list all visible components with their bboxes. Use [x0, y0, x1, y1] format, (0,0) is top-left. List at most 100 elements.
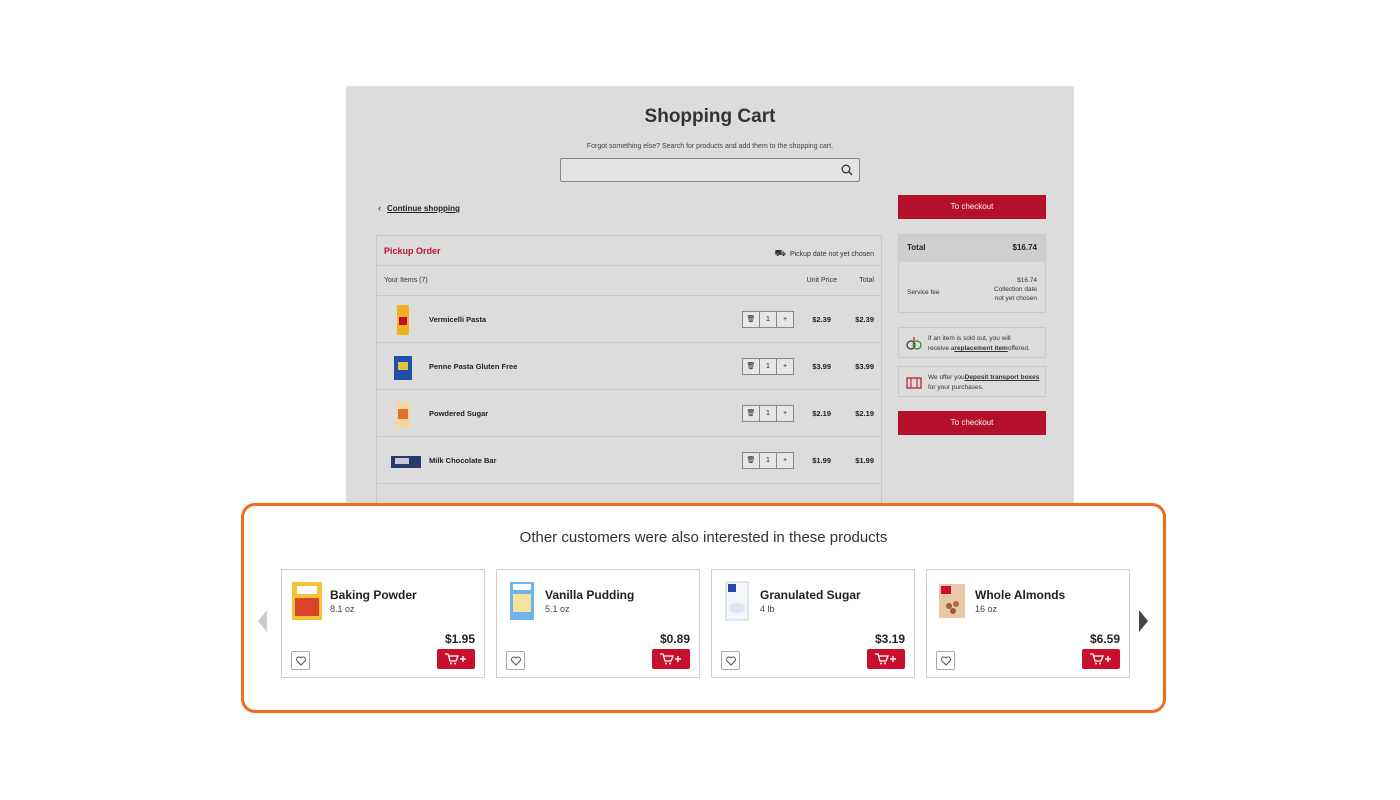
- order-sidebar: To checkout Total $16.74 Service fee $16…: [898, 195, 1046, 435]
- total-label: Total: [907, 243, 926, 252]
- product-card[interactable]: Granulated Sugar 4 lb $3.19: [711, 569, 915, 678]
- quantity-stepper[interactable]: 🗑 1 +: [742, 405, 794, 422]
- item-name: Penne Pasta Gluten Free: [429, 362, 518, 371]
- info-text: We offer you: [928, 374, 965, 381]
- search-icon[interactable]: [841, 164, 853, 176]
- order-summary: Total $16.74 Service fee $16.74 Collectio…: [898, 234, 1046, 313]
- quantity-value[interactable]: 1: [760, 453, 777, 468]
- box-icon: [906, 377, 922, 389]
- order-title: Pickup Order: [384, 246, 441, 256]
- item-total: $2.39: [855, 315, 874, 324]
- quantity-stepper[interactable]: 🗑 1 +: [742, 358, 794, 375]
- product-price: $3.19: [874, 632, 905, 646]
- quantity-value[interactable]: 1: [760, 312, 777, 327]
- trash-icon[interactable]: 🗑: [743, 453, 760, 468]
- cart-item-row: Powdered Sugar 🗑 1 + $2.19 $2.19: [377, 390, 881, 437]
- product-card[interactable]: Whole Almonds 16 oz $6.59: [926, 569, 1130, 678]
- product-image: [725, 581, 749, 621]
- items-header: Your Items (7) Unit Price Total: [377, 266, 881, 296]
- cart-plus-icon: [1090, 653, 1111, 665]
- cart-plus-icon: [875, 653, 896, 665]
- add-to-cart-button[interactable]: [652, 649, 690, 669]
- page-title: Shopping Cart: [644, 106, 776, 127]
- total-header: Total: [859, 277, 874, 284]
- product-name[interactable]: Vanilla Pudding: [545, 588, 634, 602]
- quantity-stepper[interactable]: 🗑 1 +: [742, 452, 794, 469]
- plus-icon[interactable]: +: [777, 453, 793, 468]
- recommendations-panel: Other customers were also interested in …: [241, 503, 1166, 713]
- product-name[interactable]: Baking Powder: [330, 588, 417, 602]
- plus-icon[interactable]: +: [777, 406, 793, 421]
- fruit-icon: [906, 337, 922, 350]
- order-panel: Pickup Order ⛟ Pickup date not yet chosen…: [376, 235, 882, 504]
- order-header: Pickup Order ⛟ Pickup date not yet chosen: [377, 236, 881, 266]
- product-image: [397, 305, 409, 335]
- heart-icon: [511, 656, 521, 666]
- product-price: $0.89: [659, 632, 690, 646]
- trash-icon[interactable]: 🗑: [743, 312, 760, 327]
- product-image: [391, 456, 421, 468]
- carousel-prev-arrow-icon[interactable]: [258, 610, 267, 632]
- product-size: 4 lb: [760, 604, 775, 614]
- cart-page: Shopping Cart Forgot something else? Sea…: [346, 86, 1074, 504]
- heart-icon: [296, 656, 306, 666]
- favorite-button[interactable]: [936, 651, 955, 670]
- product-size: 5.1 oz: [545, 604, 570, 614]
- heart-icon: [726, 656, 736, 666]
- replacement-info: If an item is sold out, you will receive …: [898, 327, 1046, 358]
- quantity-stepper[interactable]: 🗑 1 +: [742, 311, 794, 328]
- trash-icon[interactable]: 🗑: [743, 406, 760, 421]
- item-total: $3.99: [855, 362, 874, 371]
- product-image: [292, 582, 322, 620]
- info-text: receive a: [928, 345, 955, 352]
- product-card[interactable]: Vanilla Pudding 5.1 oz $0.89: [496, 569, 700, 678]
- service-fee-value: $16.74 Collection date not yet chosen: [994, 276, 1037, 303]
- info-text: for your purchases.: [928, 384, 984, 391]
- pickup-status-label: Pickup date not yet chosen: [789, 251, 874, 258]
- item-total: $2.19: [855, 409, 874, 418]
- plus-icon[interactable]: +: [777, 312, 793, 327]
- continue-shopping-label: Continue shopping: [387, 204, 460, 213]
- cart-item-row: Vermicelli Pasta 🗑 1 + $2.39 $2.39: [377, 296, 881, 343]
- fee-note: Collection date: [994, 286, 1037, 293]
- product-image: [939, 584, 965, 618]
- checkout-button[interactable]: To checkout: [898, 195, 1046, 219]
- pickup-status[interactable]: ⛟ Pickup date not yet chosen: [775, 248, 874, 260]
- fee-note: not yet chosen: [994, 295, 1037, 302]
- add-to-cart-button[interactable]: [437, 649, 475, 669]
- favorite-button[interactable]: [291, 651, 310, 670]
- carousel-next-arrow-icon[interactable]: [1139, 610, 1148, 632]
- item-name: Milk Chocolate Bar: [429, 456, 497, 465]
- product-name[interactable]: Whole Almonds: [975, 588, 1065, 602]
- summary-total: Total $16.74: [899, 235, 1045, 262]
- deposit-boxes-link[interactable]: Deposit transport boxes: [965, 374, 1040, 381]
- deposit-boxes-info: We offer youDeposit transport boxes for y…: [898, 366, 1046, 397]
- product-name[interactable]: Granulated Sugar: [760, 588, 861, 602]
- cart-item-row: Milk Chocolate Bar 🗑 1 + $1.99 $1.99: [377, 437, 881, 484]
- product-card[interactable]: Baking Powder 8.1 oz $1.95: [281, 569, 485, 678]
- cart-item-row: Penne Pasta Gluten Free 🗑 1 + $3.99 $3.99: [377, 343, 881, 390]
- plus-icon[interactable]: +: [777, 359, 793, 374]
- service-fee-label: Service fee: [907, 289, 940, 296]
- service-fee: Service fee $16.74 Collection date not yet…: [899, 262, 1045, 312]
- add-to-cart-button[interactable]: [1082, 649, 1120, 669]
- replacement-item-link[interactable]: replacement item: [954, 345, 1007, 352]
- checkout-button-bottom[interactable]: To checkout: [898, 411, 1046, 435]
- car-icon: ⛟: [774, 248, 786, 258]
- product-price: $1.95: [444, 632, 475, 646]
- trash-icon[interactable]: 🗑: [743, 359, 760, 374]
- fee-amount: $16.74: [1017, 277, 1037, 284]
- info-text: If an item is sold out, you will: [928, 335, 1011, 342]
- favorite-button[interactable]: [721, 651, 740, 670]
- add-to-cart-button[interactable]: [867, 649, 905, 669]
- unit-price-header: Unit Price: [806, 277, 837, 284]
- search-input[interactable]: [560, 158, 860, 182]
- item-name: Powdered Sugar: [429, 409, 489, 418]
- item-total: $1.99: [855, 456, 874, 465]
- continue-shopping-link[interactable]: ‹ Continue shopping: [378, 203, 460, 213]
- quantity-value[interactable]: 1: [760, 359, 777, 374]
- quantity-value[interactable]: 1: [760, 406, 777, 421]
- item-unit-price: $3.99: [812, 362, 831, 371]
- item-unit-price: $2.39: [812, 315, 831, 324]
- favorite-button[interactable]: [506, 651, 525, 670]
